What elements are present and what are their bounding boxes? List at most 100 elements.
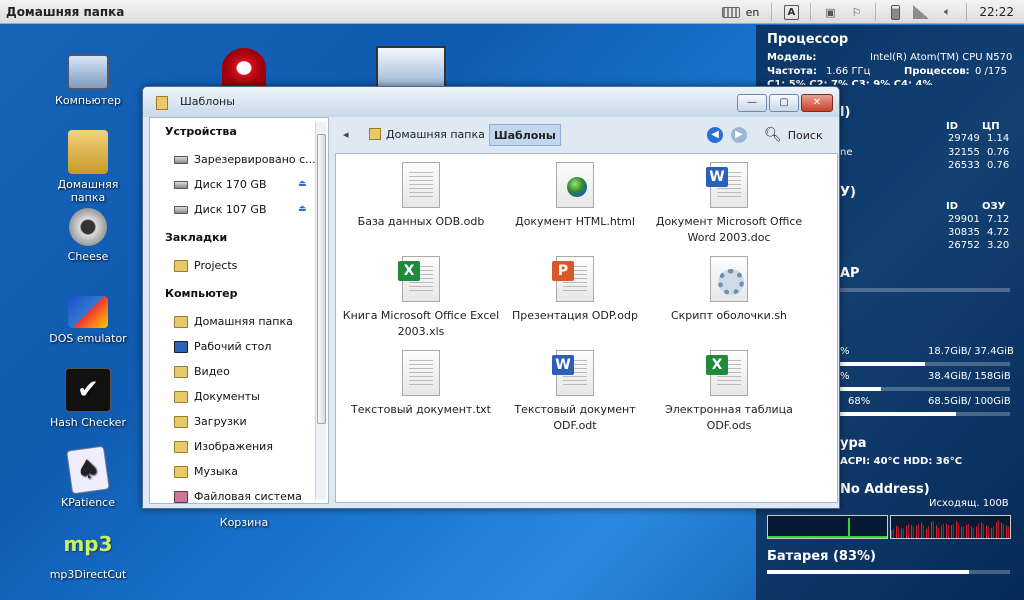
sidebar-item-disk-170[interactable]: Диск 170 GB [174,178,267,191]
window-title: Шаблоны [180,95,235,108]
opera-icon[interactable] [222,48,266,88]
top-cpu-title: l) [840,105,851,120]
sidebar-item-disk-107[interactable]: Диск 107 GB [174,203,267,216]
breadcrumb-scroll-left[interactable]: ◂ [339,124,353,146]
sidebar-item-music[interactable]: Музыка [174,465,238,478]
sidebar-item-projects[interactable]: Projects [174,259,237,272]
file-item[interactable]: W Документ Microsoft Office Word 2003.do… [650,162,808,246]
file-name: База данных ODB.odb [357,215,485,228]
checkmark-icon: ✔ [65,368,111,412]
sidebar-scrollbar[interactable] [315,122,326,500]
keyboard-layout[interactable]: en [746,6,760,19]
sidebar-item-videos[interactable]: Видео [174,365,230,378]
sidebar-item-pictures[interactable]: Изображения [174,440,273,453]
volume-icon[interactable]: 🔈︎ [938,4,956,20]
desktop-icon-dos[interactable]: DOS emulator [40,296,136,345]
back-button[interactable]: ◀ [707,127,723,143]
desktop-icon-label: KPatience [60,496,116,509]
screenshot-app-icon[interactable] [376,46,446,88]
search-icon: 🔍︎ [764,127,782,143]
network-out-graph [890,515,1011,539]
file-item[interactable]: База данных ODB.odb [342,162,500,230]
maximize-button[interactable]: ▢ [769,94,799,112]
file-name: Текстовый документ.txt [351,403,491,416]
word-file-icon: W [706,162,748,208]
device-icon[interactable]: ▣ [821,4,839,20]
minimize-button[interactable]: — [737,94,767,112]
file-name: Документ HTML.html [515,215,635,228]
desktop-icon-cheese[interactable]: Cheese [40,208,136,263]
window-titlebar[interactable]: Шаблоны — ▢ ✕ [143,87,839,117]
breadcrumb-current[interactable]: Шаблоны [489,124,561,146]
flag-icon[interactable]: ⚐ [847,4,865,20]
desktop-icon [174,340,188,353]
sidebar-item-filesystem[interactable]: Файловая система [174,490,302,503]
folder-icon [156,96,168,110]
sidebar-item-documents[interactable]: Документы [174,390,260,403]
sidebar-item-label: Изображения [194,440,273,453]
active-app-title[interactable]: Домашняя папка [0,5,124,19]
mp3-icon: mp3 [63,532,113,556]
desktop-icon-mp3directcut[interactable]: mp3 mp3DirectCut [40,524,136,581]
top-mem-id: 29901 [948,214,980,225]
search-button[interactable]: 🔍︎ Поиск [764,127,823,143]
forward-button[interactable]: ▶ [731,127,747,143]
drive-icon [174,155,188,164]
desktop-icon-label: Домашняя папка [57,178,119,204]
sidebar-scroll-thumb[interactable] [317,134,326,424]
file-name: Скрипт оболочки.sh [670,309,788,322]
eject-icon[interactable]: ⏏ [298,204,307,214]
file-item[interactable]: Скрипт оболочки.sh [650,256,808,324]
desktop-icon-kpatience[interactable]: ♠ KPatience [40,445,136,509]
procs-value: 0 /175 [975,66,1007,77]
file-item[interactable]: Документ HTML.html [496,162,654,230]
file-item[interactable]: W Текстовый документ ODF.odt [496,350,654,434]
battery-title: Батарея (83%) [767,549,876,564]
sidebar-heading-devices: Устройства [165,125,237,138]
file-name: Документ Microsoft Office Word 2003.doc [655,215,803,244]
file-view: База данных ODB.odb Документ HTML.html W… [335,153,838,503]
sidebar-heading-computer: Компьютер [165,287,238,300]
word-file-icon: W [552,350,594,396]
top-mem-col-mem: ОЗУ [982,201,1006,212]
disk-pct: 68% [848,396,871,407]
desktop-icon-home[interactable]: Домашняя папка [40,130,136,204]
excel-file-icon: X [706,350,748,396]
battery-icon[interactable] [886,4,904,20]
sidebar-item-desktop[interactable]: Рабочий стол [174,340,271,353]
disk-pct: % [840,346,850,357]
cpu-title: Процессор [767,32,849,47]
accessibility-icon[interactable]: A [782,4,800,20]
close-button[interactable]: ✕ [801,94,833,112]
sidebar-item-downloads[interactable]: Загрузки [174,415,247,428]
file-name: Текстовый документ ODF.odt [514,403,636,432]
eject-icon[interactable]: ⏏ [298,179,307,189]
battery-bar [767,570,1010,574]
file-item[interactable]: X Электронная таблица ODF.ods [650,350,808,434]
desktop-icon-hash-checker[interactable]: ✔ Hash Checker [40,368,136,429]
top-cpu-col-cpu: ЦП [982,121,1000,132]
folder-icon [174,259,188,272]
network-signal-icon[interactable] [912,4,930,20]
playing-card-icon: ♠ [66,445,110,495]
file-name: Презентация ODP.odp [512,309,638,322]
sidebar-item-label: Рабочий стол [194,340,272,353]
keyboard-icon[interactable] [721,4,740,20]
file-item[interactable]: Текстовый документ.txt [342,350,500,418]
pictures-folder-icon [174,440,188,453]
breadcrumb-home[interactable]: Домашняя папка [365,124,489,146]
drive-icon [174,180,188,189]
filesystem-icon [174,490,188,503]
cpu-model-value: Intel(R) Atom(TM) CPU N570 [870,52,1013,63]
top-cpu-val: 1.14 [987,133,1010,144]
top-mem-id: 26752 [948,240,980,251]
file-item[interactable]: X Книга Microsoft Office Excel 2003.xls [342,256,500,340]
sidebar-item-reserved[interactable]: Зарезервировано с... [174,153,316,166]
cpu-freq-label: Частота: [767,66,817,77]
file-item[interactable]: P Презентация ODP.odp [496,256,654,324]
breadcrumb-home-label: Домашняя папка [386,128,485,141]
top-mem-val: 7.12 [987,214,1010,225]
desktop-icon-computer[interactable]: Компьютер [40,54,136,107]
sidebar-item-home[interactable]: Домашняя папка [174,315,293,328]
clock[interactable]: 22:22 [979,5,1014,19]
